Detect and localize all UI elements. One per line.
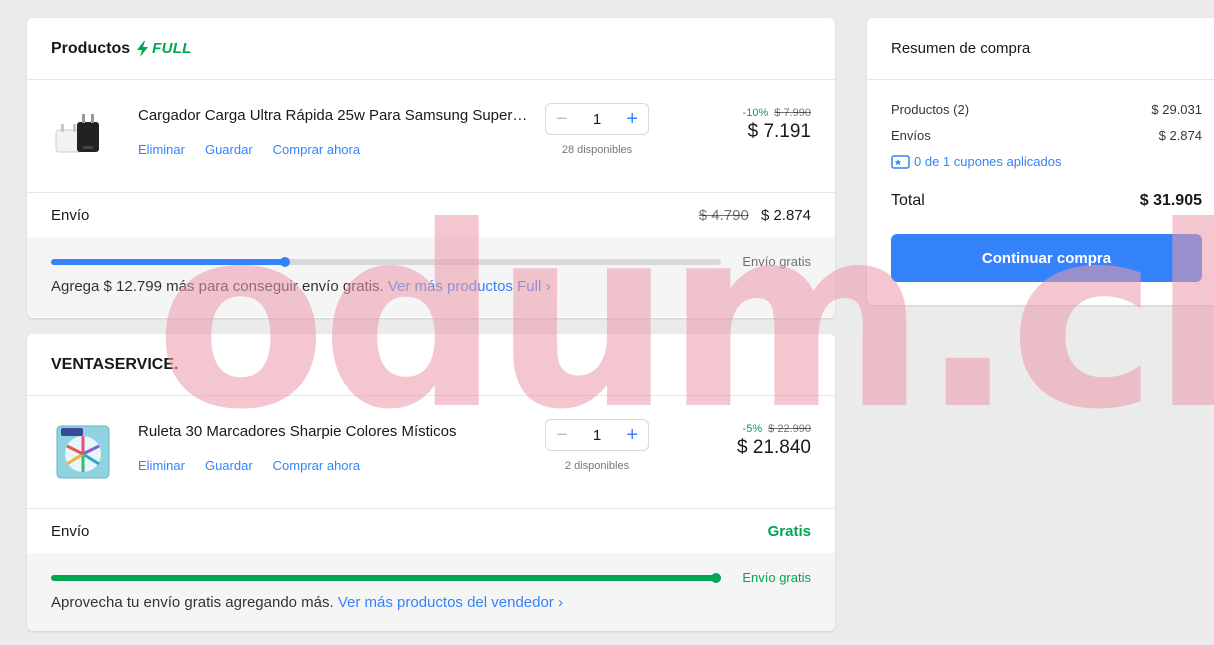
total-value: $ 31.905: [1139, 192, 1202, 209]
products-card-header: Productos FULL: [27, 18, 835, 80]
progress-handle: [711, 573, 721, 583]
item-price: -5% $ 22.990 $ 21.840: [737, 423, 811, 459]
shipping-price: $ 2.874: [760, 206, 811, 224]
available-stock: 2 disponibles: [564, 460, 630, 472]
summary-products-label: Productos (2): [891, 102, 970, 117]
progress-message: Aprovecha tu envío gratis agregando más.…: [51, 594, 563, 611]
decrease-quantity-button[interactable]: −: [556, 425, 568, 445]
item-title[interactable]: Ruleta 30 Marcadores Sharpie Colores Mís…: [138, 423, 528, 440]
summary-title: Resumen de compra: [867, 18, 1214, 80]
item-title[interactable]: Cargador Carga Ultra Rápida 25w Para Sam…: [138, 107, 528, 124]
item-actions: Eliminar Guardar Comprar ahora: [138, 142, 360, 157]
summary-products-value: $ 29.031: [1151, 102, 1202, 117]
quantity-value[interactable]: 1: [593, 111, 601, 128]
summary-shipping-value: $ 2.874: [1158, 128, 1202, 143]
increase-quantity-button[interactable]: +: [626, 109, 638, 129]
see-more-full-link[interactable]: Ver más productos Full ›: [388, 278, 551, 295]
shipping-price: Gratis: [767, 522, 811, 540]
shipping-row: Envío $ 4.790 $ 2.874: [27, 193, 835, 237]
purchase-summary: Resumen de compra Productos (2) $ 29.031…: [867, 18, 1214, 305]
shipping-label: Envío: [51, 522, 90, 540]
progress-fill: [51, 259, 285, 265]
save-link[interactable]: Guardar: [205, 142, 253, 157]
shipping-original-price: $ 4.790: [698, 206, 749, 224]
seller-card: VENTASERVICE. Ruleta 30 Marcadores Sharp…: [27, 334, 835, 631]
charger-product-image[interactable]: [51, 104, 115, 168]
total-label: Total: [891, 192, 925, 209]
cart-item: Cargador Carga Ultra Rápida 25w Para Sam…: [27, 80, 835, 193]
buy-now-link[interactable]: Comprar ahora: [273, 458, 360, 473]
current-price: $ 7.191: [747, 121, 811, 142]
full-badge-label: FULL: [152, 40, 192, 57]
remove-link[interactable]: Eliminar: [138, 458, 185, 473]
item-price: -10% $ 7.990 $ 7.191: [743, 107, 811, 143]
quantity-stepper: − 1 +: [545, 419, 649, 451]
continue-purchase-button[interactable]: Continuar compra: [891, 234, 1202, 282]
lightning-icon: [137, 40, 149, 57]
coupons-link[interactable]: 0 de 1 cupones aplicados: [891, 154, 1061, 169]
full-badge: FULL: [136, 40, 192, 57]
see-more-seller-link[interactable]: Ver más productos del vendedor ›: [338, 594, 563, 611]
quantity-stepper: − 1 +: [545, 103, 649, 135]
item-actions: Eliminar Guardar Comprar ahora: [138, 458, 360, 473]
increase-quantity-button[interactable]: +: [626, 425, 638, 445]
free-shipping-progress: Envío gratis Aprovecha tu envío gratis a…: [27, 553, 835, 631]
coupon-icon: [891, 154, 910, 169]
decrease-quantity-button[interactable]: −: [556, 109, 568, 129]
markers-product-image[interactable]: [51, 420, 115, 484]
progress-message-text: Aprovecha tu envío gratis agregando más.: [51, 594, 334, 611]
remove-link[interactable]: Eliminar: [138, 142, 185, 157]
discount-badge: -5%: [742, 423, 763, 435]
summary-products-row: Productos (2) $ 29.031: [891, 102, 1202, 117]
progress-goal-label: Envío gratis: [742, 254, 811, 269]
seller-card-header: VENTASERVICE.: [27, 334, 835, 396]
cart-item: Ruleta 30 Marcadores Sharpie Colores Mís…: [27, 396, 835, 509]
current-price: $ 21.840: [737, 437, 811, 458]
progress-message: Agrega $ 12.799 más para conseguir envío…: [51, 278, 550, 295]
progress-track: [51, 573, 721, 583]
progress-handle: [280, 257, 290, 267]
summary-total-row: Total $ 31.905: [891, 192, 1202, 210]
progress-fill: [51, 575, 721, 581]
progress-message-text: Agrega $ 12.799 más para conseguir envío…: [51, 278, 384, 295]
seller-name[interactable]: VENTASERVICE.: [51, 356, 178, 374]
original-price: $ 7.990: [774, 107, 811, 119]
products-card-title: Productos: [51, 39, 131, 57]
summary-shipping-row: Envíos $ 2.874: [891, 128, 1202, 143]
quantity-value[interactable]: 1: [593, 427, 601, 444]
buy-now-link[interactable]: Comprar ahora: [273, 142, 360, 157]
save-link[interactable]: Guardar: [205, 458, 253, 473]
free-shipping-progress: Envío gratis Agrega $ 12.799 más para co…: [27, 237, 835, 317]
products-full-card: Productos FULL Cargador Carga Ultra Rápi…: [27, 18, 835, 318]
progress-track: [51, 257, 721, 267]
coupons-text[interactable]: 0 de 1 cupones aplicados: [914, 154, 1061, 169]
available-stock: 28 disponibles: [561, 144, 633, 156]
summary-shipping-label: Envíos: [891, 128, 931, 143]
shipping-label: Envío: [51, 206, 90, 224]
original-price: $ 22.990: [768, 423, 811, 435]
shipping-row: Envío Gratis: [27, 509, 835, 553]
progress-goal-label: Envío gratis: [742, 570, 811, 585]
discount-badge: -10%: [742, 107, 769, 119]
